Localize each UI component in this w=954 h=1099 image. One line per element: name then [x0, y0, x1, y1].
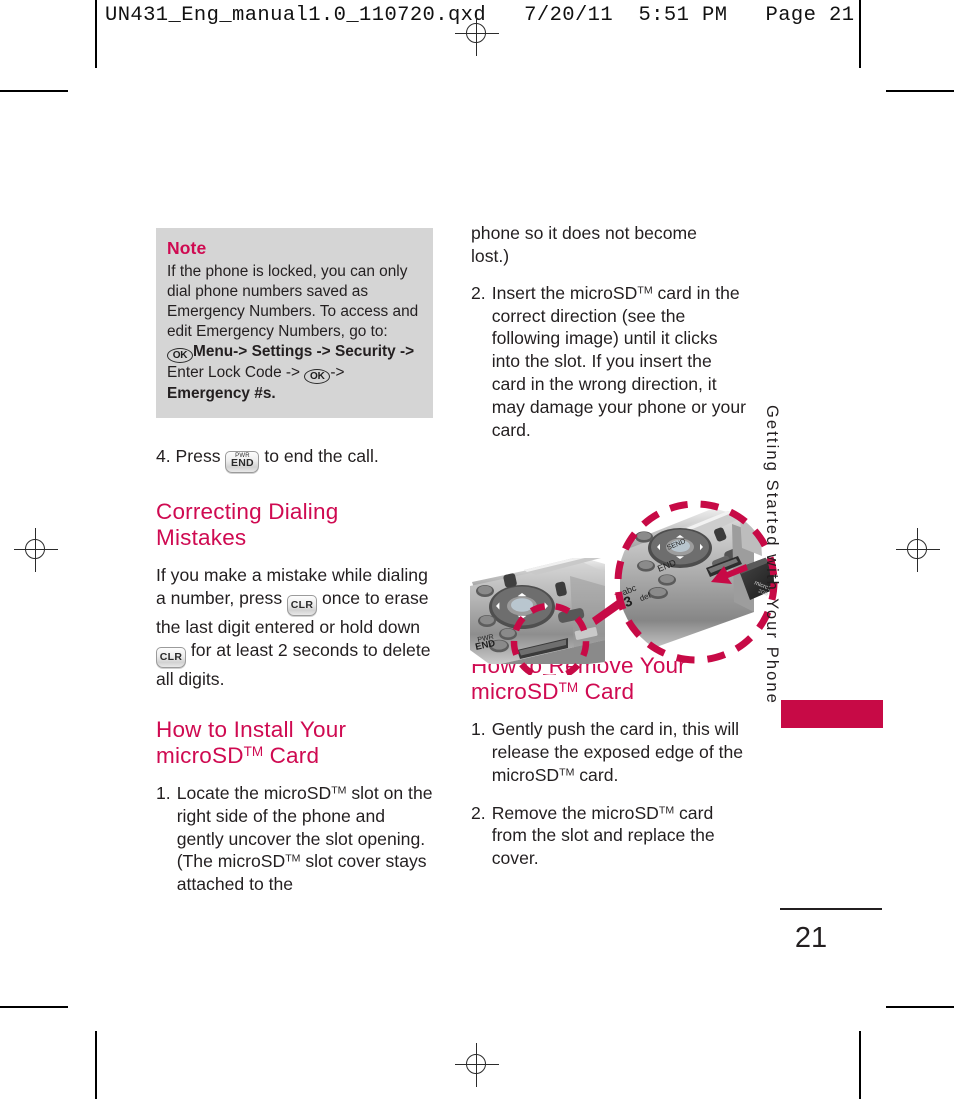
phone-keypad-left-view: PWR END — [470, 558, 605, 664]
continuation-line-2: lost.) — [471, 245, 510, 266]
step-4-end-call: 4. Press PWR END to end the call. — [156, 445, 433, 473]
remove-step-1-number: 1. — [471, 718, 486, 739]
note-menu-path-3: -> — [330, 363, 345, 381]
pwr-end-key-icon: PWR END — [225, 450, 260, 473]
remove-step-2-text-a: Remove the microSD — [491, 802, 659, 823]
step-4-suffix: to end the call. — [264, 445, 379, 466]
install-step-2-text: Insert the microSDTM card in the correct… — [492, 282, 748, 442]
manual-page: Note If the phone is locked, you can onl… — [0, 0, 954, 1099]
note-menu-path-2: Enter Lock Code -> — [167, 363, 301, 381]
note-menu-path-1: Menu-> Settings -> Security -> — [193, 342, 415, 360]
heading-correcting-dialing-mistakes: Correcting Dialing Mistakes — [156, 498, 339, 550]
phone-keypad-magnified-view: abc 3 def END SEND microSD 2GB — [618, 504, 774, 660]
trademark-symbol: TM — [558, 679, 579, 695]
heading-install-line-2: microSD — [156, 742, 244, 768]
clr-key-icon-2: CLR — [156, 646, 186, 668]
trademark-symbol: TM — [559, 766, 575, 779]
note-line-1: If the phone is locked, you can only — [167, 262, 408, 280]
trademark-symbol: TM — [243, 743, 264, 759]
remove-step-1-text: Gently push the card in, this will relea… — [492, 718, 748, 787]
install-step-2-text-a: Insert the microSD — [491, 282, 638, 303]
page-number: 21 — [794, 922, 828, 954]
remove-step-1: 1. Gently push the card in, this will re… — [471, 718, 748, 787]
heading-how-to-install-microsd: How to Install Your microSDTM Card — [156, 717, 433, 769]
remove-step-1-text-b: card. — [574, 764, 619, 785]
remove-step-2-text: Remove the microSDTM card from the slot … — [492, 802, 748, 871]
correcting-dialing-paragraph: If you make a mistake while dialing a nu… — [156, 564, 433, 691]
install-step-1: 1. Locate the microSDTM slot on the righ… — [156, 782, 433, 896]
microsd-insertion-illustration: PWR END abc 3 def END SEND microSD 2GB — [462, 490, 782, 675]
heading-install-line-1: How to Install Your — [156, 716, 347, 742]
heading-remove-line-2b: Card — [578, 678, 635, 704]
note-body: If the phone is locked, you can only dia… — [167, 262, 422, 404]
correcting-text-3: for at least 2 seconds to delete all dig… — [156, 639, 431, 689]
install-step-1-text-a: Locate the microSD — [176, 782, 332, 803]
ok-key-icon: OK — [167, 347, 193, 363]
folio-rule — [780, 908, 882, 910]
side-tab-color-bar — [781, 700, 883, 728]
continuation-line-1: phone so it does not become — [471, 223, 697, 243]
remove-step-2-number: 2. — [471, 802, 486, 823]
note-title: Note — [167, 238, 207, 258]
trademark-symbol: TM — [331, 784, 347, 797]
note-line-4: edit Emergency Numbers, go to: — [167, 322, 388, 340]
install-step-1-text: Locate the microSDTM slot on the right s… — [177, 782, 433, 896]
clr-key-icon: CLR — [287, 594, 318, 616]
install-step-2-number: 2. — [471, 282, 486, 303]
note-line-3: Emergency Numbers. To access and — [167, 302, 419, 320]
install-step-2: 2. Insert the microSDTM card in the corr… — [471, 282, 748, 442]
note-callout-box: Note If the phone is locked, you can onl… — [156, 228, 433, 418]
heading-install-line-2b: Card — [263, 742, 320, 768]
note-line-2: dial phone numbers saved as — [167, 282, 369, 300]
install-step-2-text-b: card in the correct direction (see the f… — [491, 282, 746, 440]
install-step-1-number: 1. — [156, 782, 171, 803]
trademark-symbol: TM — [285, 852, 301, 865]
install-step-1-continuation: phone so it does not become lost.) — [471, 222, 748, 268]
trademark-symbol: TM — [658, 804, 675, 817]
note-menu-path-4: Emergency #s. — [167, 384, 276, 402]
trademark-symbol: TM — [637, 284, 653, 297]
pwr-end-key-line2: END — [231, 456, 254, 469]
step-4-prefix: 4. Press — [156, 445, 221, 466]
side-tab-label: Getting Started with Your Phone — [763, 405, 781, 705]
left-column: Note If the phone is locked, you can onl… — [156, 228, 433, 911]
heading-remove-line-2: microSD — [471, 678, 559, 704]
remove-step-2: 2. Remove the microSDTM card from the sl… — [471, 802, 748, 871]
ok-key-icon-2: OK — [304, 368, 331, 384]
